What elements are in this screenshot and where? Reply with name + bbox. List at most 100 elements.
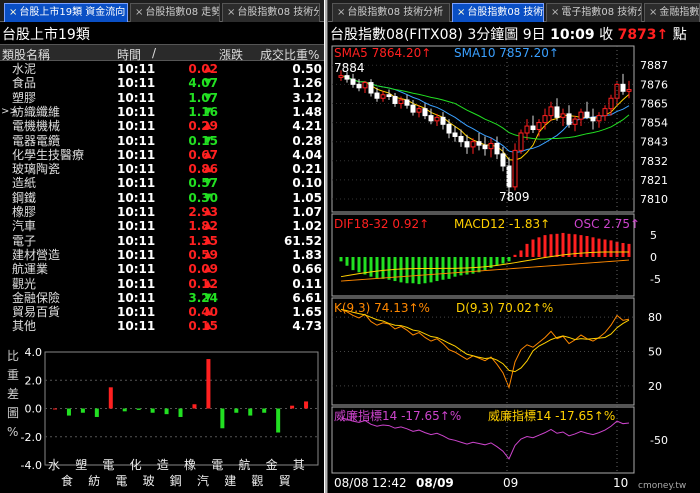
table-row[interactable]: 貿易百貨 10:11 ▲ 0.40 1.65 [0, 305, 324, 319]
tab-sector-money-flow[interactable]: × 台股上市19類 資金流向 [4, 3, 128, 22]
x-axis-label: 12:42 [372, 476, 407, 490]
candle-body [410, 104, 416, 113]
row-ratio: 4.73 [292, 319, 322, 334]
price-y-tick: 7810 [640, 193, 668, 206]
row-time: 10:11 [117, 147, 156, 162]
row-time: 10:11 [117, 190, 156, 205]
tab-index-technical[interactable]: ×台股指數08 技術分析 [222, 3, 320, 22]
bar-axis-label: 比重差圖% [7, 349, 19, 439]
candle-body [416, 108, 422, 113]
row-time: 10:11 [117, 219, 156, 234]
sector-name: 航運業 [12, 262, 49, 277]
table-row[interactable]: 鋼鐵 10:11 ▼ 0.30 1.05 [0, 191, 324, 205]
sector-name: 電器電纜 [12, 133, 61, 148]
table-row[interactable]: 塑膠 10:11 ▼ 1.07 3.12 [0, 91, 324, 105]
row-time: 10:11 [117, 262, 156, 277]
close-icon[interactable]: × [135, 7, 143, 18]
table-row[interactable]: 水泥 10:11 ▲ 0.02 0.50 [0, 62, 324, 76]
row-time: 10:11 [117, 162, 156, 177]
ratio-diff-bar [150, 408, 155, 413]
table-row[interactable]: 電機機械 10:11 ▲ 0.29 4.21 [0, 119, 324, 133]
table-row[interactable]: 金融保險 10:11 ▼ 3.24 6.61 [0, 291, 324, 305]
candle-body [536, 122, 542, 131]
candle-body [458, 135, 464, 143]
high-annotation: 7884 [334, 61, 365, 75]
sector-name: 紡織纖維 [12, 104, 61, 119]
bar-category-label: 建 [224, 474, 236, 488]
bar-category-label: 橡 [184, 458, 196, 472]
bar-y-tick: -4.0 [21, 459, 42, 472]
bar-category-label: 貿 [279, 474, 291, 488]
sort-icon[interactable]: / [152, 46, 156, 60]
bar-y-tick: -2.0 [21, 431, 42, 444]
table-row[interactable]: 橡膠 10:11 ▲ 2.93 1.07 [0, 205, 324, 219]
candle-body [494, 142, 500, 155]
sector-name: 水泥 [12, 62, 37, 76]
candle-body [524, 125, 530, 134]
row-ratio: 4.04 [292, 147, 322, 162]
row-ratio: 1.07 [292, 205, 322, 219]
table-row[interactable]: 建材營造 10:11 ▲ 0.59 1.83 [0, 248, 324, 262]
row-time: 10:11 [117, 305, 156, 320]
row-ratio: 1.26 [292, 76, 322, 91]
candle-body [362, 82, 368, 89]
price-y-tick: 7865 [640, 97, 668, 110]
sector-name: 造紙 [12, 176, 37, 191]
row-change: 0.40 [188, 305, 218, 320]
bar-category-label: 其 [293, 458, 305, 472]
table-row[interactable]: 航運業 10:11 ▲ 0.09 0.66 [0, 262, 324, 276]
table-row[interactable]: 化學生技醫療 10:11 ▲ 0.67 4.04 [0, 148, 324, 162]
column-header-time[interactable]: 時間 [117, 46, 141, 63]
sector-name: 橡膠 [12, 205, 37, 219]
table-row[interactable]: 觀光 10:11 ▲ 0.12 0.11 [0, 277, 324, 291]
close-icon[interactable]: × [227, 7, 235, 18]
tab-index-intraday[interactable]: ×台股指數08 走勢圖 [130, 3, 220, 22]
column-header-name[interactable]: 類股名稱 [2, 46, 50, 63]
table-row[interactable]: 其他 10:11 ▲ 0.15 4.73 [0, 319, 324, 333]
row-change: 0.86 [188, 162, 218, 177]
row-change: 0.15 [188, 319, 218, 334]
candle-body [434, 116, 440, 122]
ratio-diff-bar [94, 408, 99, 417]
table-row[interactable]: 電器電纜 10:11 ▼ 0.15 0.28 [0, 134, 324, 148]
candle-body [572, 118, 578, 125]
row-time: 10:11 [117, 319, 156, 334]
bar-category-label: 電 [102, 458, 114, 472]
row-change: 0.29 [188, 119, 218, 134]
row-time: 10:11 [117, 233, 156, 248]
ratio-diff-bar [206, 359, 211, 409]
table-row[interactable]: 汽車 10:11 ▲ 1.82 1.02 [0, 219, 324, 233]
row-ratio: 0.10 [292, 176, 322, 191]
ratio-diff-bar [122, 408, 127, 412]
williams-y-tick: -50 [650, 434, 668, 447]
right-pane: ×台股指數08 技術分析 ×台股指數08 技術分析 ×電子指數08 技術分析 ×… [328, 0, 700, 493]
candle-body [452, 132, 458, 137]
sector-name: 汽車 [12, 219, 37, 234]
row-change: 1.82 [188, 219, 218, 234]
column-header-change[interactable]: 漲跌 [219, 46, 243, 63]
x-axis-label: 10 [613, 476, 628, 490]
table-row[interactable]: 食品 10:11 ▼ 4.07 1.26 [0, 76, 324, 90]
row-ratio: 0.66 [292, 262, 322, 277]
ratio-diff-bar [234, 408, 239, 413]
kd-y-tick: 80 [648, 311, 662, 324]
candle-body [542, 115, 548, 124]
row-change: 2.93 [188, 205, 218, 219]
candle-body [440, 116, 446, 125]
tab-label: 台股指數08 技術分析 [237, 7, 319, 18]
table-row[interactable]: 玻璃陶瓷 10:11 ▲ 0.86 0.21 [0, 162, 324, 176]
table-row[interactable]: 造紙 10:11 ▼ 0.57 0.10 [0, 176, 324, 190]
table-row[interactable]: >> 紡織纖維 10:11 ▼ 1.16 1.48 [0, 105, 324, 119]
row-change: 3.24 [188, 290, 218, 305]
macd-y-tick: -5 [650, 273, 661, 286]
ratio-diff-bar [304, 401, 309, 409]
table-row[interactable]: 電子 10:11 ▲ 1.35 61.52 [0, 234, 324, 248]
legend-osc: OSC 2.75↑ [574, 217, 640, 231]
sector-name: 貿易百貨 [12, 305, 61, 320]
column-header-ratio[interactable]: 成交比重% [260, 46, 319, 63]
candle-body [398, 99, 404, 104]
sector-name: 鋼鐵 [12, 190, 37, 205]
row-change: 0.59 [188, 247, 218, 262]
bar-category-label: 紡 [88, 473, 100, 488]
close-icon[interactable]: × [9, 7, 17, 18]
